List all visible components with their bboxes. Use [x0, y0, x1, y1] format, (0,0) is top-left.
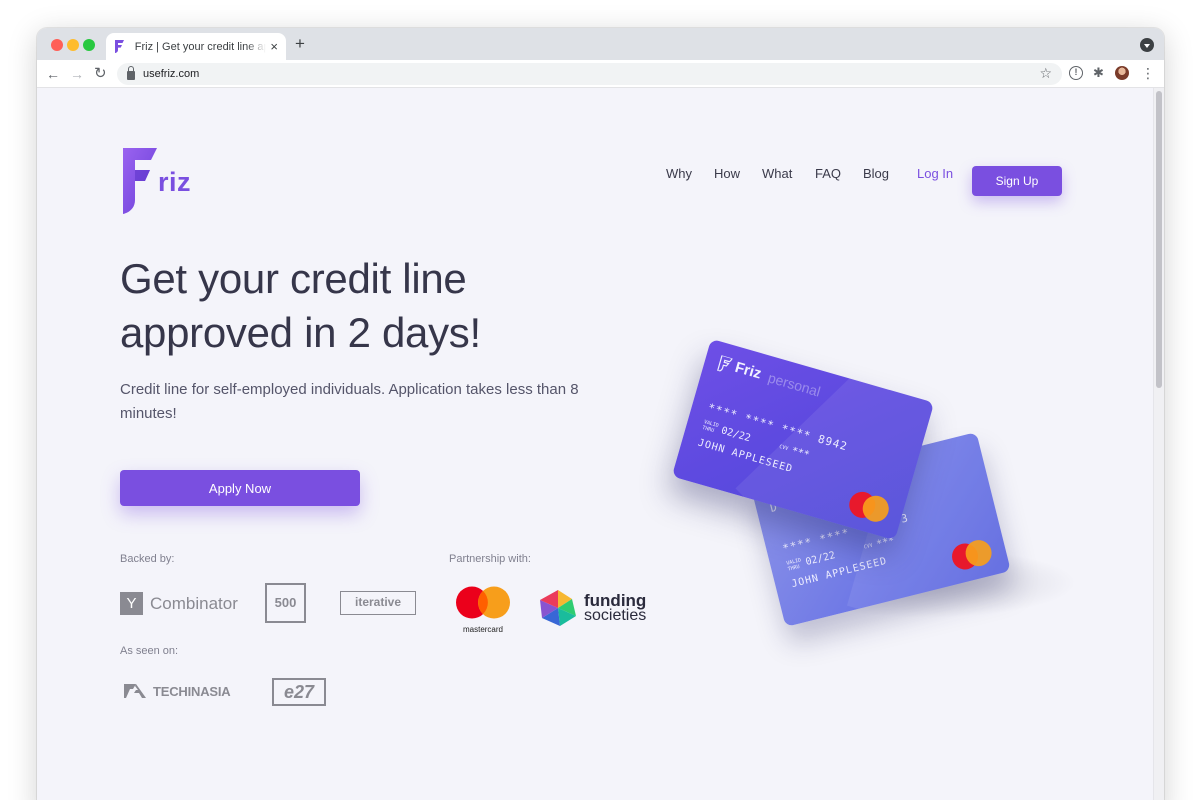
maximize-window-button[interactable]	[83, 39, 95, 51]
card-back-thru-label: THRU	[787, 563, 801, 573]
tech-in-asia-logo: TECHINASIA	[124, 682, 231, 700]
tab-title: Friz | Get your credit line approved in …	[134, 40, 267, 53]
nav-how[interactable]: How	[714, 166, 740, 181]
browser-menu-icon[interactable]: ⋮	[1141, 66, 1155, 80]
backed-by-label: Backed by:	[120, 553, 175, 565]
card-back-expiry: 02/22	[804, 549, 837, 568]
hero-title: Get your credit line approved in 2 days!	[120, 252, 600, 360]
new-tab-button[interactable]: +	[295, 34, 305, 54]
nav-why[interactable]: Why	[666, 166, 692, 181]
funding-societies-mark-icon	[540, 590, 576, 626]
extensions-puzzle-icon[interactable]: ✱	[1093, 66, 1107, 80]
card-brand-text: Friz	[733, 358, 764, 383]
friz-favicon-icon	[114, 40, 128, 54]
bookmark-star-icon[interactable]: ☆	[1039, 65, 1052, 82]
mastercard-circles-icon	[456, 586, 510, 619]
nav-what[interactable]: What	[762, 166, 792, 181]
hero-title-line1: Get your credit line	[120, 255, 467, 302]
500-startups-logo: 500	[265, 583, 306, 623]
tab-search-icon[interactable]	[1140, 38, 1154, 52]
yc-box: Y	[120, 592, 143, 615]
logo-text: riz	[158, 167, 192, 197]
friz-logo[interactable]: riz	[121, 148, 191, 214]
signup-button[interactable]: Sign Up	[972, 166, 1062, 196]
webpage: riz Why How What FAQ Blog Log In Sign Up…	[37, 88, 1153, 800]
e27-logo: e27	[272, 678, 326, 706]
funding-societies-logo: funding societies	[538, 588, 646, 628]
card-front-expiry: 02/22	[719, 424, 752, 444]
profile-avatar[interactable]	[1115, 66, 1129, 80]
card-variant-text: personal	[766, 368, 823, 400]
back-arrow-icon[interactable]: ←	[46, 65, 60, 83]
login-link[interactable]: Log In	[917, 166, 953, 181]
url-text: usefriz.com	[143, 68, 200, 80]
as-seen-on-label: As seen on:	[120, 645, 179, 657]
partnership-label: Partnership with:	[449, 553, 531, 565]
hero-subtitle: Credit line for self-employed individual…	[120, 381, 579, 422]
close-window-button[interactable]	[51, 39, 63, 51]
minimize-window-button[interactable]	[67, 39, 79, 51]
credit-card-front: Friz personal **** **** **** 8942 VALID T…	[671, 338, 935, 541]
forward-arrow-icon[interactable]: →	[70, 65, 84, 83]
browser-window: Friz | Get your credit line approved in …	[37, 28, 1164, 800]
y-combinator-logo: Y Combinator	[120, 592, 238, 615]
card-front-brand: Friz personal	[717, 354, 823, 399]
hero-title-line2: approved in 2 days!	[120, 309, 481, 356]
scrollbar-thumb[interactable]	[1156, 91, 1162, 388]
password-extension-icon[interactable]: !	[1069, 66, 1083, 80]
tab-strip: Friz | Get your credit line approved in …	[37, 28, 1164, 60]
mastercard-text: mastercard	[462, 625, 503, 634]
card-front-cvv-label: CVV	[778, 443, 789, 453]
nav-faq[interactable]: FAQ	[815, 166, 841, 181]
card-front-logo-icon	[717, 354, 733, 372]
mastercard-logo: mastercard	[455, 586, 511, 634]
tab-close-icon[interactable]: ×	[270, 39, 278, 54]
browser-toolbar: ← → ↻ usefriz.com ☆ ! ✱ ⋮	[37, 60, 1164, 88]
tech-in-asia-mark-icon	[124, 684, 146, 698]
yc-text: Combinator	[150, 593, 238, 613]
reload-icon[interactable]: ↻	[94, 65, 107, 83]
funding-text: funding	[584, 591, 647, 610]
address-bar[interactable]: usefriz.com ☆	[117, 63, 1062, 85]
credit-cards-illustration: **** **** **** 93 VALID THRU 02/22 CVV **…	[671, 338, 1077, 658]
societies-text: societies	[584, 607, 647, 624]
tech-in-asia-text: TECHINASIA	[153, 683, 231, 699]
apply-now-button[interactable]: Apply Now	[120, 470, 360, 506]
page-scrollbar[interactable]	[1153, 88, 1164, 800]
friz-logo-mark-icon	[123, 148, 157, 214]
lock-icon	[127, 65, 135, 80]
nav-blog[interactable]: Blog	[863, 166, 889, 181]
browser-tab[interactable]: Friz | Get your credit line approved in …	[106, 33, 286, 60]
card-back-cvv-label: CVV	[863, 542, 874, 551]
iterative-logo: iterative	[340, 591, 416, 615]
